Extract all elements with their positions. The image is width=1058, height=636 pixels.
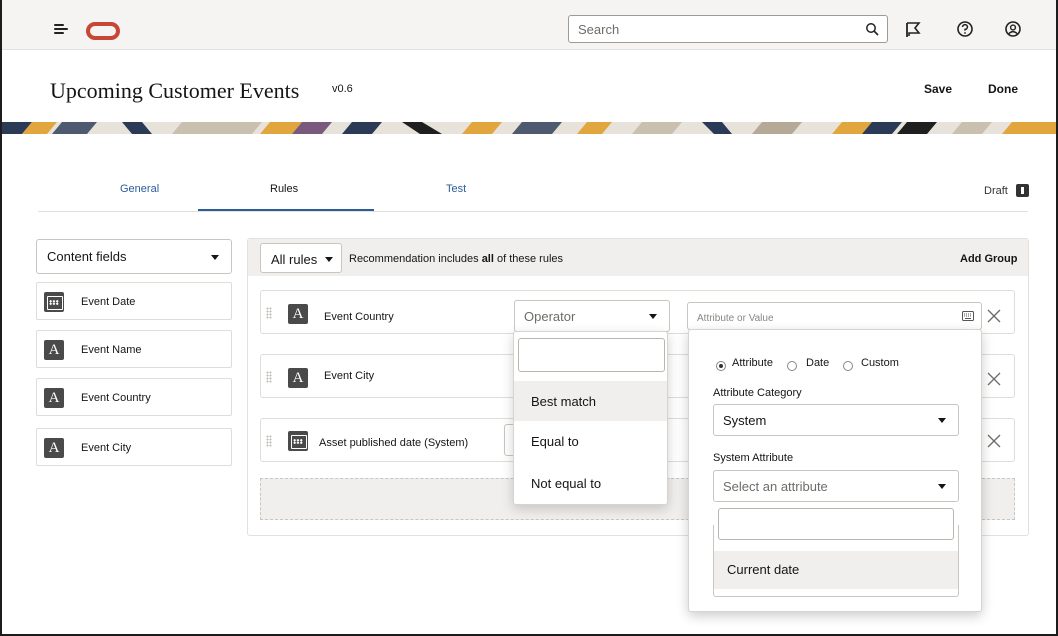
system-attribute-list: Current date xyxy=(713,508,959,597)
chevron-down-icon xyxy=(938,418,946,423)
attribute-category-label: Attribute Category xyxy=(713,387,802,399)
chevron-down-icon xyxy=(649,314,657,319)
system-attribute-select[interactable]: Select an attribute xyxy=(713,470,959,502)
rule-field-label: Event City xyxy=(324,370,375,382)
rule-field-label: Event Country xyxy=(324,311,394,323)
field-item-event-country[interactable]: A Event Country xyxy=(36,378,232,416)
oracle-logo[interactable] xyxy=(86,22,120,40)
system-attribute-placeholder: Select an attribute xyxy=(723,479,828,494)
radio-custom[interactable] xyxy=(843,361,853,371)
radio-attribute[interactable] xyxy=(716,361,726,371)
user-icon[interactable] xyxy=(1004,20,1022,38)
field-item-event-date[interactable]: Event Date xyxy=(36,282,232,320)
drag-handle-icon[interactable] xyxy=(266,371,272,383)
done-button[interactable]: Done xyxy=(988,82,1018,96)
attribute-category-value: System xyxy=(723,413,767,428)
info-badge-icon[interactable] xyxy=(1016,184,1029,197)
app-frame: Upcoming Customer Events v0.6 Save Done … xyxy=(0,0,1058,636)
add-group-button[interactable]: Add Group xyxy=(960,253,1017,265)
rule-field-label: Asset published date (System) xyxy=(319,437,469,449)
description-bold: all xyxy=(481,253,494,265)
text-type-icon: A xyxy=(44,388,64,408)
version-label: v0.6 xyxy=(332,83,353,95)
page-title: Upcoming Customer Events xyxy=(50,78,300,103)
field-label: Event Name xyxy=(81,344,142,356)
field-item-event-name[interactable]: A Event Name xyxy=(36,330,232,368)
tab-test[interactable]: Test xyxy=(446,183,466,212)
rules-description: Recommendation includes all of these rul… xyxy=(349,253,563,265)
status-label: Draft xyxy=(984,185,1008,197)
radio-date[interactable] xyxy=(787,361,797,371)
radio-label-custom: Custom xyxy=(861,357,899,369)
operator-dropdown: Best match Equal to Not equal to xyxy=(513,331,668,505)
operator-option-equal-to[interactable]: Equal to xyxy=(514,421,667,461)
chevron-down-icon xyxy=(938,484,946,489)
text-type-icon: A xyxy=(288,304,308,324)
attribute-popup: Attribute Date Custom Attribute Category… xyxy=(688,329,982,612)
remove-rule-icon[interactable] xyxy=(987,309,1001,323)
flag-icon[interactable] xyxy=(904,20,922,38)
calendar-icon xyxy=(44,292,64,312)
operator-option-best-match[interactable]: Best match xyxy=(514,381,667,421)
attribute-option-current-date[interactable]: Current date xyxy=(714,551,958,589)
all-rules-label: All rules xyxy=(271,252,318,267)
search-field xyxy=(568,15,888,43)
system-attribute-filter-input[interactable] xyxy=(718,508,954,540)
top-navigation-bar xyxy=(2,0,1056,50)
drag-handle-icon[interactable] xyxy=(266,435,272,447)
active-tab-indicator xyxy=(198,209,374,211)
tab-general[interactable]: General xyxy=(120,183,159,212)
operator-select[interactable]: Operator xyxy=(514,300,670,332)
radio-label-date: Date xyxy=(806,357,830,369)
attribute-or-value-placeholder: Attribute or Value xyxy=(697,313,774,324)
calendar-icon xyxy=(288,431,308,451)
attribute-category-select[interactable]: System xyxy=(713,404,959,436)
description-prefix: Recommendation includes xyxy=(349,253,482,265)
field-label: Event Date xyxy=(81,296,136,308)
content-fields-select[interactable]: Content fields xyxy=(36,239,232,274)
field-label: Event Country xyxy=(81,392,151,404)
search-icon[interactable] xyxy=(865,22,879,36)
all-rules-select[interactable]: All rules xyxy=(260,243,342,273)
description-suffix: of these rules xyxy=(493,253,564,265)
system-attribute-label: System Attribute xyxy=(713,452,794,464)
text-type-icon: A xyxy=(44,438,64,458)
remove-rule-icon[interactable] xyxy=(987,372,1001,386)
help-icon[interactable] xyxy=(956,20,974,38)
search-input[interactable] xyxy=(569,16,849,42)
menu-icon[interactable] xyxy=(54,24,68,35)
chevron-down-icon xyxy=(325,257,333,262)
decorative-banner xyxy=(2,122,1056,134)
tab-rules[interactable]: Rules xyxy=(270,183,298,212)
text-type-icon: A xyxy=(44,340,64,360)
tab-bar: General Rules Test xyxy=(38,183,1028,212)
operator-filter-input[interactable] xyxy=(518,338,665,372)
remove-rule-icon[interactable] xyxy=(987,434,1001,448)
content-fields-label: Content fields xyxy=(47,249,127,264)
save-button[interactable]: Save xyxy=(924,82,952,96)
chevron-down-icon xyxy=(211,255,219,260)
radio-label-attribute: Attribute xyxy=(732,357,773,369)
text-type-icon: A xyxy=(288,368,308,388)
field-label: Event City xyxy=(81,442,132,454)
operator-placeholder: Operator xyxy=(524,309,576,324)
attribute-or-value-input[interactable]: Attribute or Value xyxy=(687,302,982,330)
drag-handle-icon[interactable] xyxy=(266,307,272,319)
keyboard-icon[interactable] xyxy=(962,311,974,321)
field-item-event-city[interactable]: A Event City xyxy=(36,428,232,466)
operator-option-not-equal-to[interactable]: Not equal to xyxy=(514,463,667,503)
